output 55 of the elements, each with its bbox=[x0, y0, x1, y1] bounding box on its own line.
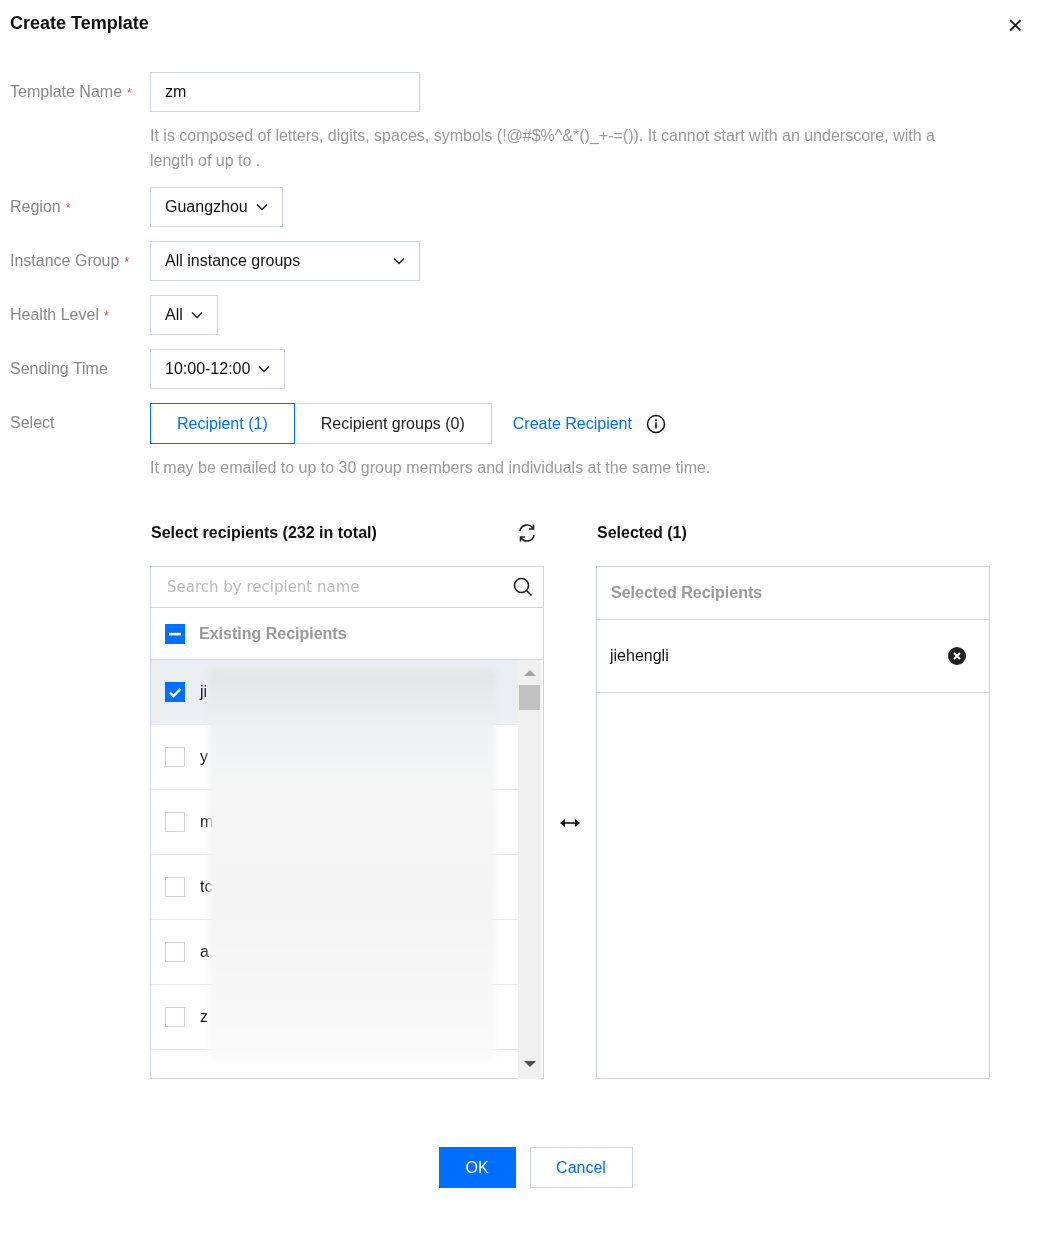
dialog-title: Create Template bbox=[10, 12, 149, 35]
cancel-button[interactable]: Cancel bbox=[529, 1147, 633, 1188]
field-label: Health Level bbox=[10, 305, 99, 325]
field-label: Region bbox=[10, 197, 61, 217]
info-icon[interactable] bbox=[645, 413, 666, 434]
required-mark: * bbox=[124, 254, 130, 271]
search-icon[interactable] bbox=[513, 577, 533, 597]
checkbox[interactable] bbox=[165, 812, 185, 832]
remove-icon[interactable] bbox=[947, 646, 967, 666]
group-label: Existing Recipients bbox=[199, 624, 347, 643]
required-mark: * bbox=[65, 200, 71, 217]
double-arrow-icon bbox=[560, 817, 580, 828]
recipient-name: tc bbox=[200, 878, 213, 896]
dropdown[interactable]: 10:00-12:00 bbox=[150, 349, 286, 389]
recipient-name: z bbox=[200, 1008, 208, 1026]
chevron-icon bbox=[190, 311, 203, 319]
chevron-icon bbox=[255, 203, 268, 211]
recipient-name: y bbox=[200, 748, 208, 766]
panel-title: Select recipients (232 in total) bbox=[150, 524, 377, 542]
recipient-name: m bbox=[200, 813, 214, 831]
scrollbar[interactable] bbox=[518, 660, 541, 1079]
tab[interactable]: Recipient groups (0) bbox=[293, 403, 492, 444]
hint-text: It is composed of letters, digits, spaces, symbols (!@#$%^&*()_+-=()). It cannot start with an underscore, with a length of up to . bbox=[150, 126, 936, 171]
checkbox[interactable] bbox=[165, 942, 185, 962]
checkbox[interactable] bbox=[165, 877, 185, 897]
chevron-icon bbox=[258, 365, 271, 373]
panel-title: Selected (1) bbox=[596, 524, 687, 542]
text-input[interactable]: zm bbox=[150, 72, 420, 112]
required-mark: * bbox=[103, 308, 109, 325]
required-mark: * bbox=[127, 85, 132, 102]
create-recipient-link[interactable]: Create Recipient bbox=[512, 414, 632, 433]
ok-button[interactable]: OK bbox=[438, 1147, 516, 1188]
panel-header: Selected Recipients bbox=[597, 567, 989, 620]
close-button[interactable]: × bbox=[1007, 12, 1041, 38]
field-label: Select bbox=[10, 413, 56, 433]
recipient-name: a bbox=[200, 943, 209, 961]
checkbox[interactable] bbox=[165, 1007, 185, 1027]
field-label: Instance Group bbox=[10, 251, 120, 271]
dropdown[interactable]: All bbox=[150, 295, 218, 335]
scroll-down-icon[interactable] bbox=[524, 1061, 536, 1067]
dropdown[interactable]: Guangzhou bbox=[150, 187, 283, 227]
checkbox[interactable] bbox=[165, 682, 185, 702]
recipient-name: ji bbox=[200, 683, 208, 701]
chevron-icon bbox=[393, 257, 405, 265]
dropdown[interactable]: All instance groups bbox=[150, 241, 420, 281]
scroll-thumb[interactable] bbox=[519, 685, 540, 710]
field-label: Sending Time bbox=[10, 359, 109, 379]
scroll-up-icon[interactable] bbox=[524, 670, 536, 676]
refresh-icon[interactable] bbox=[516, 522, 538, 544]
checkbox[interactable] bbox=[165, 747, 185, 767]
checkbox[interactable] bbox=[165, 623, 185, 644]
hint-text: It may be emailed to up to 30 group members and individuals at the same time. bbox=[150, 458, 711, 478]
tab[interactable]: Recipient (1) bbox=[150, 403, 295, 444]
recipient-name: jiehengli bbox=[610, 647, 669, 665]
field-label: Template Name bbox=[10, 82, 123, 102]
